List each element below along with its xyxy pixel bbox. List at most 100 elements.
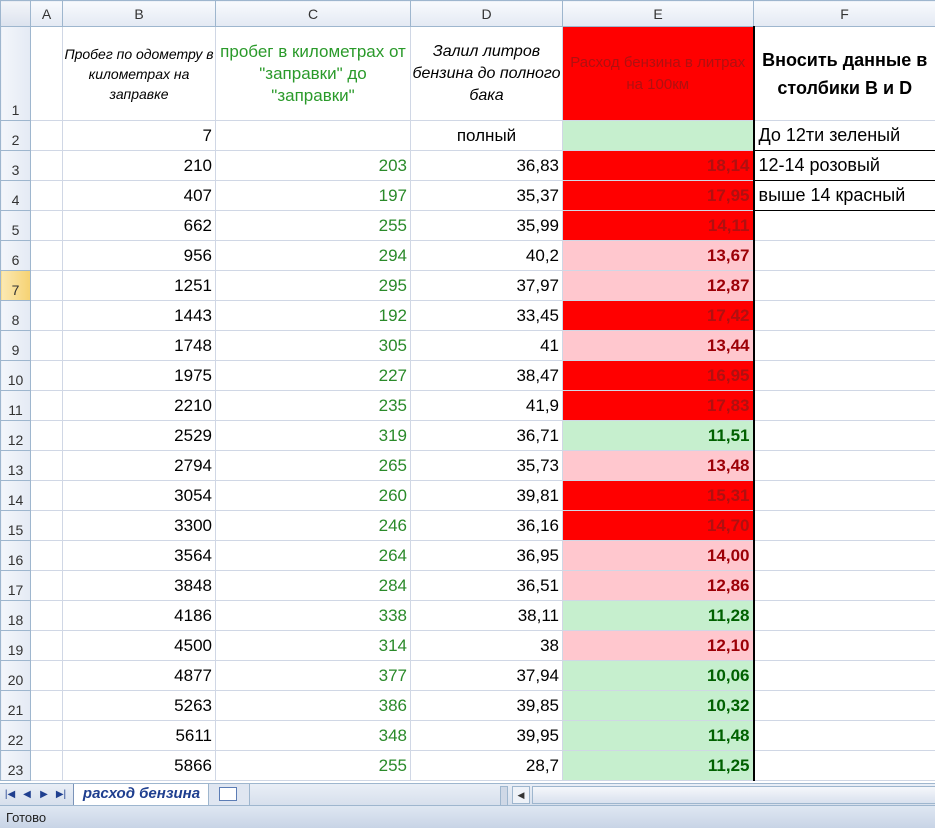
cell-consumption[interactable]: 11,25 <box>563 751 754 781</box>
cell-distance[interactable]: 265 <box>216 451 411 481</box>
column-header-c[interactable]: C <box>216 1 411 27</box>
cell-liters[interactable]: 36,95 <box>411 541 563 571</box>
cell-a[interactable] <box>31 361 63 391</box>
cell-consumption[interactable]: 12,86 <box>563 571 754 601</box>
row-header[interactable]: 19 <box>1 631 31 661</box>
row-header[interactable]: 23 <box>1 751 31 781</box>
cell-e2[interactable] <box>563 121 754 151</box>
cell-d2[interactable]: полный <box>411 121 563 151</box>
cell-liters[interactable]: 38,47 <box>411 361 563 391</box>
header-odometer[interactable]: Пробег по одометру в километрах на запра… <box>63 27 216 121</box>
legend-note[interactable]: выше 14 красный <box>754 181 935 211</box>
cell-odometer[interactable]: 3300 <box>63 511 216 541</box>
cell-f[interactable] <box>754 421 935 451</box>
cell-a[interactable] <box>31 391 63 421</box>
cell-consumption[interactable]: 18,14 <box>563 151 754 181</box>
column-header-d[interactable]: D <box>411 1 563 27</box>
cell-distance[interactable]: 295 <box>216 271 411 301</box>
cell-a[interactable] <box>31 721 63 751</box>
row-header[interactable]: 13 <box>1 451 31 481</box>
cell-distance[interactable]: 235 <box>216 391 411 421</box>
column-header-e[interactable]: E <box>563 1 754 27</box>
cell-distance[interactable]: 319 <box>216 421 411 451</box>
cell-distance[interactable]: 197 <box>216 181 411 211</box>
column-header-f[interactable]: F <box>754 1 935 27</box>
cell-a[interactable] <box>31 241 63 271</box>
cell-consumption[interactable]: 11,51 <box>563 421 754 451</box>
row-header[interactable]: 1 <box>1 27 31 121</box>
cell-a[interactable] <box>31 421 63 451</box>
cell-a[interactable] <box>31 331 63 361</box>
cell-liters[interactable]: 35,73 <box>411 451 563 481</box>
cell-f[interactable] <box>754 331 935 361</box>
cell-odometer[interactable]: 4186 <box>63 601 216 631</box>
cell-f[interactable] <box>754 361 935 391</box>
cell-liters[interactable]: 36,16 <box>411 511 563 541</box>
row-header[interactable]: 15 <box>1 511 31 541</box>
cell-odometer[interactable]: 1748 <box>63 331 216 361</box>
cell-liters[interactable]: 37,94 <box>411 661 563 691</box>
cell-distance[interactable]: 246 <box>216 511 411 541</box>
cell-a[interactable] <box>31 601 63 631</box>
cell-liters[interactable]: 41,9 <box>411 391 563 421</box>
tab-split-handle[interactable] <box>500 786 508 806</box>
cell-consumption[interactable]: 14,70 <box>563 511 754 541</box>
cell-f[interactable] <box>754 211 935 241</box>
cell-consumption[interactable]: 10,06 <box>563 661 754 691</box>
cell-liters[interactable]: 28,7 <box>411 751 563 781</box>
row-header[interactable]: 22 <box>1 721 31 751</box>
cell-liters[interactable]: 39,85 <box>411 691 563 721</box>
cell-odometer[interactable]: 5866 <box>63 751 216 781</box>
cell-a[interactable] <box>31 481 63 511</box>
cell-consumption[interactable]: 13,44 <box>563 331 754 361</box>
cell-distance[interactable]: 377 <box>216 661 411 691</box>
cell-distance[interactable]: 348 <box>216 721 411 751</box>
cell-odometer[interactable]: 1975 <box>63 361 216 391</box>
cell-distance[interactable]: 260 <box>216 481 411 511</box>
cell-odometer[interactable]: 662 <box>63 211 216 241</box>
cell-liters[interactable]: 39,95 <box>411 721 563 751</box>
cell-odometer[interactable]: 956 <box>63 241 216 271</box>
cell-distance[interactable]: 386 <box>216 691 411 721</box>
cell-distance[interactable]: 284 <box>216 571 411 601</box>
row-header[interactable]: 11 <box>1 391 31 421</box>
cell-consumption[interactable]: 14,11 <box>563 211 754 241</box>
cell-f[interactable] <box>754 511 935 541</box>
cell-distance[interactable]: 192 <box>216 301 411 331</box>
next-sheet-icon[interactable]: ▶ <box>37 788 51 802</box>
cell-consumption[interactable]: 11,28 <box>563 601 754 631</box>
cell-odometer[interactable]: 2210 <box>63 391 216 421</box>
cell-consumption[interactable]: 17,95 <box>563 181 754 211</box>
cell-distance[interactable]: 314 <box>216 631 411 661</box>
row-header[interactable]: 3 <box>1 151 31 181</box>
cell-odometer[interactable]: 5263 <box>63 691 216 721</box>
cell-odometer[interactable]: 1443 <box>63 301 216 331</box>
header-liters[interactable]: Залил литров бензина до полного бака <box>411 27 563 121</box>
horizontal-scrollbar[interactable] <box>532 786 935 804</box>
scroll-left-icon[interactable]: ◀ <box>512 786 530 804</box>
cell-liters[interactable]: 36,51 <box>411 571 563 601</box>
row-header[interactable]: 12 <box>1 421 31 451</box>
cell-b2[interactable]: 7 <box>63 121 216 151</box>
sheet-tab-active[interactable]: расход бензина <box>73 784 210 806</box>
column-header-a[interactable]: A <box>31 1 63 27</box>
cell-consumption[interactable]: 14,00 <box>563 541 754 571</box>
header-consumption[interactable]: Расход бензина в литрах на 100км <box>563 27 754 121</box>
cell-a[interactable] <box>31 751 63 781</box>
row-header[interactable]: 7 <box>1 271 31 301</box>
cell-odometer[interactable]: 407 <box>63 181 216 211</box>
cell-a[interactable] <box>31 151 63 181</box>
cell-c2[interactable] <box>216 121 411 151</box>
header-instruction[interactable]: Вносить данные в столбики B и D <box>754 27 935 121</box>
last-sheet-icon[interactable]: ▶| <box>54 788 68 802</box>
cell-a[interactable] <box>31 691 63 721</box>
cell-liters[interactable]: 36,71 <box>411 421 563 451</box>
row-header[interactable]: 8 <box>1 301 31 331</box>
cell-odometer[interactable]: 3054 <box>63 481 216 511</box>
cell-f[interactable] <box>754 301 935 331</box>
cell-consumption[interactable]: 17,83 <box>563 391 754 421</box>
select-all-corner[interactable] <box>1 1 31 27</box>
cell-a[interactable] <box>31 271 63 301</box>
cell-a[interactable] <box>31 511 63 541</box>
cell-a[interactable] <box>31 451 63 481</box>
